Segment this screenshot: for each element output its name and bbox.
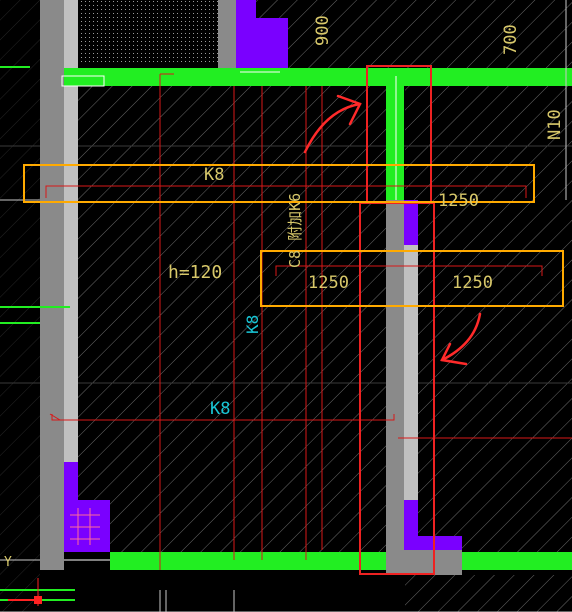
left-wall [40, 0, 64, 570]
top-green-beam [64, 68, 572, 86]
floor-plan-drawing: 900 700 N10 K8 1250 h=120 C8 附加K6 1250 1… [0, 0, 572, 612]
bottom-green-beam [110, 552, 386, 570]
label-slab-thickness: h=120 [168, 262, 222, 283]
vertical-green-beam [386, 68, 404, 200]
label-k8-vertical: K8 [243, 315, 262, 334]
center-column [386, 200, 404, 575]
label-900: 900 [313, 15, 333, 46]
label-k8-bottom: K8 [210, 399, 230, 419]
label-axis-y: Y [4, 555, 12, 570]
label-additional-rebar: C8 附加K6 [286, 193, 304, 268]
label-1250-top: 1250 [438, 191, 479, 211]
center-column-core [404, 245, 418, 500]
label-k8-top: K8 [204, 165, 224, 185]
label-700: 700 [501, 24, 521, 55]
label-1250-left: 1250 [308, 273, 349, 293]
column-mid-right [404, 200, 418, 245]
label-n10: N10 [545, 109, 565, 140]
cad-drawing-canvas[interactable]: 900 700 N10 K8 1250 h=120 C8 附加K6 1250 1… [0, 0, 572, 612]
label-1250-right: 1250 [452, 273, 493, 293]
